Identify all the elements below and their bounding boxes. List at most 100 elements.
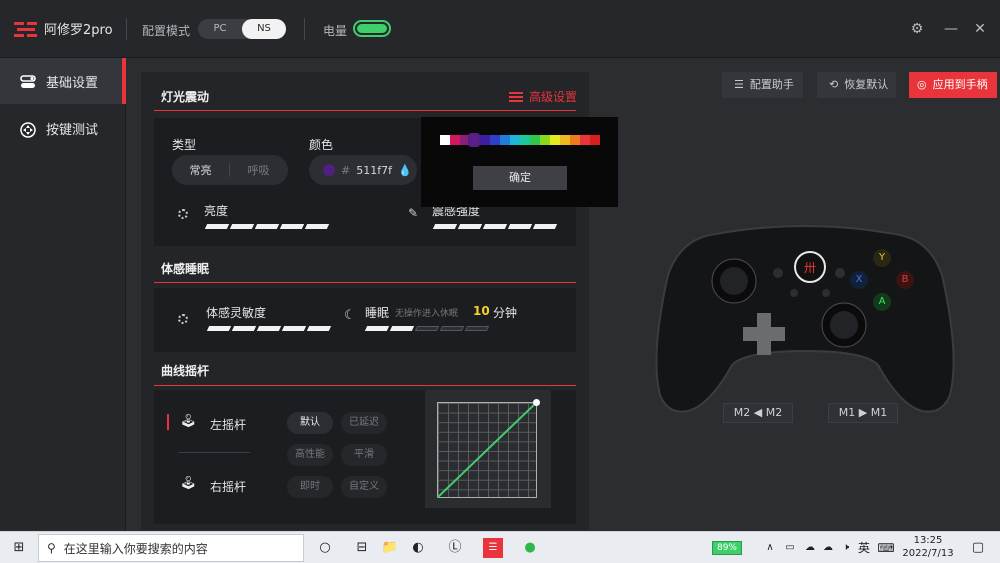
left-stick-label[interactable]: 左摇杆	[210, 416, 246, 433]
taskbar-search[interactable]: ⚲ 在这里输入你要搜索的内容	[38, 534, 304, 562]
section-title-light: 灯光震动	[161, 90, 210, 104]
title-bar: 阿修罗2pro 配置模式 PC NS 电量 ⚙ — ✕	[0, 0, 1000, 58]
apply-to-controller-label: 应用到手柄	[932, 78, 988, 91]
logo-mark-icon	[14, 21, 38, 37]
type-breathe[interactable]: 呼吸	[230, 162, 287, 178]
active-indicator	[167, 414, 169, 430]
divider	[126, 18, 127, 40]
vibration-icon: ✎	[408, 206, 419, 220]
button-a: A	[873, 293, 891, 311]
battery-icon[interactable]: ▭	[780, 538, 800, 558]
mode-ns[interactable]: NS	[242, 19, 286, 39]
moon-icon: ☾	[344, 308, 356, 323]
sensitivity-slider[interactable]	[206, 326, 332, 331]
close-icon[interactable]: ✕	[970, 19, 990, 39]
curve-graph[interactable]	[425, 390, 551, 508]
menu-icon	[509, 91, 523, 102]
dpad-icon	[20, 122, 36, 138]
advanced-settings-label: 高级设置	[529, 90, 578, 104]
color-swatch	[323, 164, 335, 176]
restore-default-button[interactable]: ⟲ 恢复默认	[817, 72, 896, 98]
asura-app-icon[interactable]: ☰	[483, 538, 503, 558]
brightness-slider[interactable]	[204, 224, 330, 229]
color-hash: #	[341, 163, 351, 177]
divider	[178, 452, 250, 453]
sidebar: 基础设置 按键测试	[0, 58, 126, 530]
brightness-icon	[178, 209, 188, 219]
notification-icon[interactable]: ▢	[968, 538, 988, 558]
left-stick-icon: 🕹	[180, 414, 197, 429]
vibration-slider[interactable]	[432, 224, 558, 229]
folder-icon[interactable]: 📁	[380, 538, 400, 558]
color-spectrum[interactable]	[440, 135, 600, 145]
svg-text:卅: 卅	[804, 261, 816, 275]
sidebar-item-key-test[interactable]: 按键测试	[0, 105, 126, 151]
brightness-label: 亮度	[204, 204, 229, 218]
preset-performance[interactable]: 高性能	[287, 444, 333, 466]
app-title: 阿修罗2pro	[44, 23, 113, 38]
m1-mapping[interactable]: M1 ▶ M1	[828, 403, 898, 423]
confirm-button[interactable]: 确定	[473, 166, 567, 190]
restore-default-label: 恢复默认	[844, 78, 889, 91]
sleep-slider[interactable]	[364, 326, 490, 331]
preset-smooth[interactable]: 平滑	[341, 444, 387, 466]
curve-grid	[437, 402, 537, 498]
taskbar-app-icon[interactable]: Ⓛ	[445, 538, 465, 558]
sleep-hint: 无操作进入休眠	[395, 309, 459, 319]
battery-indicator	[353, 20, 391, 37]
taskbar: ⊞ ⚲ 在这里输入你要搜索的内容 ○ ⊟ 📁 ◐ Ⓛ ☰ ● 89% ∧ ▭ ☁…	[0, 531, 1000, 563]
m2-mapping[interactable]: M2 ◀ M2	[723, 403, 793, 423]
gear-icon[interactable]: ⚙	[907, 19, 927, 39]
battery-percent: 89%	[712, 541, 742, 555]
toggle-settings-icon	[20, 75, 36, 88]
color-label: 颜色	[309, 138, 334, 152]
volume-icon[interactable]: 🕨	[836, 538, 856, 558]
keyboard-icon[interactable]: ⌨	[876, 538, 896, 558]
sidebar-item-label: 按键测试	[46, 122, 99, 138]
advanced-settings-button[interactable]: 高级设置	[509, 88, 577, 105]
color-input[interactable]: # 511f7f 💧	[309, 155, 417, 185]
button-x: X	[850, 271, 868, 289]
sleep-minutes: 10	[473, 304, 490, 318]
apply-to-controller-button[interactable]: ◎ 应用到手柄	[909, 72, 997, 98]
config-helper-label: 配置助手	[749, 78, 794, 91]
sleep-card: 体感灵敏度 ☾ 睡眠 无操作进入休眠 10 分钟	[154, 288, 576, 352]
task-view-icon[interactable]: ○	[315, 538, 335, 558]
config-helper-button[interactable]: ☰ 配置助手	[722, 72, 803, 98]
preset-default[interactable]: 默认	[287, 412, 333, 434]
clock[interactable]: 13:25 2022/7/13	[900, 534, 956, 560]
button-b: B	[896, 271, 914, 289]
preset-instant[interactable]: 即时	[287, 476, 333, 498]
type-solid[interactable]: 常亮	[172, 162, 229, 178]
chevron-up-icon[interactable]: ∧	[760, 538, 780, 558]
section-divider	[154, 282, 576, 283]
onedrive-icon[interactable]: ☁	[800, 538, 820, 558]
curve-handle[interactable]	[533, 399, 540, 406]
clock-date: 2022/7/13	[902, 548, 954, 559]
minimize-icon[interactable]: —	[941, 19, 961, 39]
preset-delayed[interactable]: 已延迟	[341, 412, 387, 434]
right-stick-label[interactable]: 右摇杆	[210, 478, 246, 495]
edge-icon[interactable]: ◐	[408, 538, 428, 558]
sidebar-item-basic-settings[interactable]: 基础设置	[0, 58, 126, 104]
mode-pc[interactable]: PC	[198, 19, 242, 39]
color-value: 511f7f	[356, 163, 392, 177]
color-cursor[interactable]	[468, 133, 480, 147]
droplet-icon[interactable]: 💧	[398, 164, 412, 177]
type-selector[interactable]: 常亮 呼吸	[172, 155, 288, 185]
network-icon[interactable]: ☁	[818, 538, 838, 558]
button-y: Y	[873, 249, 891, 267]
ime-indicator[interactable]: 英	[854, 538, 874, 558]
type-label: 类型	[172, 138, 197, 152]
windows-start-icon[interactable]: ⊞	[9, 538, 29, 558]
clock-time: 13:25	[913, 535, 943, 546]
wechat-icon[interactable]: ●	[520, 538, 540, 558]
taskbar-app-icon[interactable]: ⊟	[352, 538, 372, 558]
preset-custom[interactable]: 自定义	[341, 476, 387, 498]
restore-icon: ⟲	[829, 78, 839, 91]
divider	[304, 18, 305, 40]
sleep-unit: 分钟	[493, 306, 518, 320]
mode-toggle[interactable]: PC NS	[198, 19, 286, 39]
search-placeholder: 在这里输入你要搜索的内容	[63, 541, 208, 556]
section-divider	[154, 110, 576, 111]
